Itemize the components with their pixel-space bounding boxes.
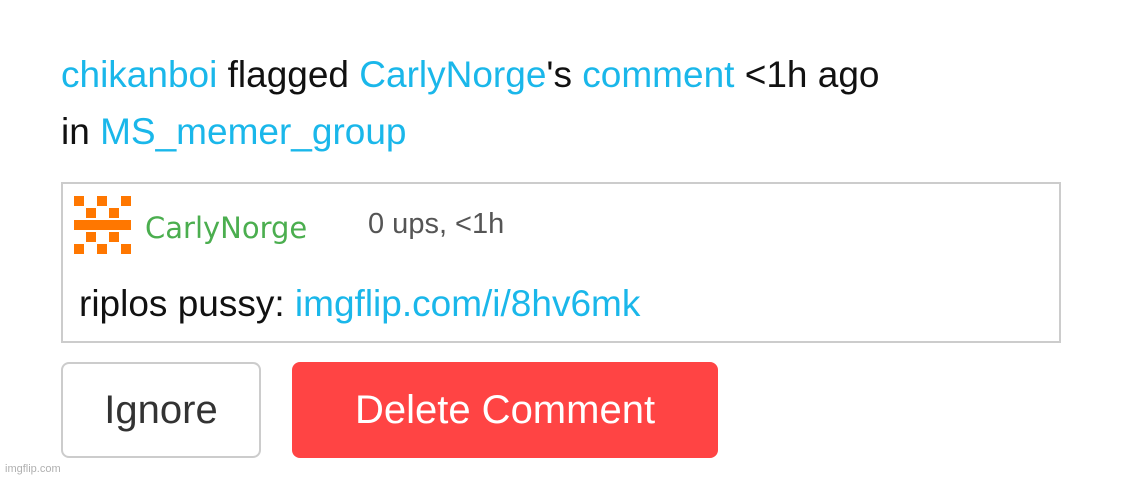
flag-notification: chikanboi flagged CarlyNorge's comment <… bbox=[0, 0, 1125, 480]
avatar-icon[interactable] bbox=[72, 194, 134, 256]
action-text: flagged bbox=[227, 54, 350, 95]
avatar-pixel bbox=[74, 196, 84, 206]
comment-username-link[interactable]: CarlyNorge bbox=[145, 210, 307, 246]
avatar-pixel bbox=[97, 196, 107, 206]
avatar-pixel bbox=[74, 244, 84, 254]
avatar-pixel bbox=[86, 208, 96, 218]
avatar-pixel bbox=[121, 196, 131, 206]
comment-link[interactable]: comment bbox=[582, 54, 734, 95]
notification-header: chikanboi flagged CarlyNorge's comment <… bbox=[61, 46, 1071, 160]
imgflip-watermark: imgflip.com bbox=[5, 463, 61, 475]
avatar-pixel bbox=[97, 244, 107, 254]
avatar-pixel bbox=[86, 232, 96, 242]
comment-image-link[interactable]: imgflip.com/i/8hv6mk bbox=[295, 283, 640, 324]
possessive-text: 's bbox=[546, 54, 572, 95]
comment-meta: 0 ups, <1h bbox=[368, 208, 505, 240]
actor-link[interactable]: chikanboi bbox=[61, 54, 217, 95]
avatar-pixel bbox=[109, 208, 119, 218]
flagged-comment: CarlyNorge 0 ups, <1h riplos pussy: imgf… bbox=[61, 182, 1061, 343]
comment-body: riplos pussy: imgflip.com/i/8hv6mk bbox=[79, 281, 640, 327]
target-user-link[interactable]: CarlyNorge bbox=[359, 54, 546, 95]
comment-text: riplos pussy: bbox=[79, 283, 285, 324]
avatar-pixel bbox=[109, 232, 119, 242]
ignore-button[interactable]: Ignore bbox=[61, 362, 261, 458]
group-link[interactable]: MS_memer_group bbox=[100, 111, 406, 152]
time-text: <1h ago bbox=[744, 54, 880, 95]
avatar-pixel bbox=[121, 244, 131, 254]
delete-comment-button[interactable]: Delete Comment bbox=[292, 362, 718, 458]
avatar-pixel bbox=[74, 220, 131, 230]
in-text: in bbox=[61, 111, 90, 152]
